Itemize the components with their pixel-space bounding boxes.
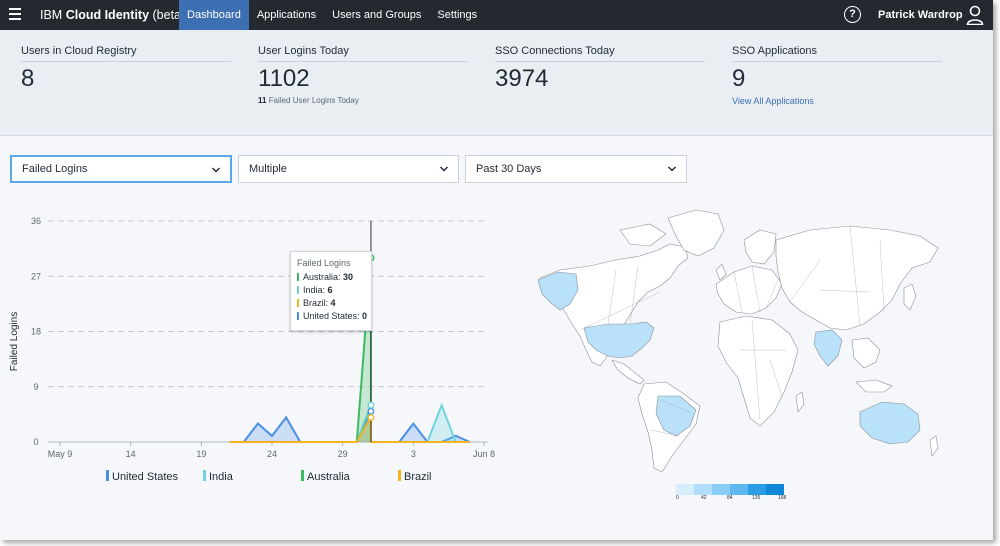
x-tick-label: Jun 8 — [473, 449, 495, 459]
x-tick-label: 3 — [411, 449, 416, 459]
map-region-southeast-asia — [851, 337, 881, 369]
nav-applications[interactable]: Applications — [249, 0, 324, 30]
map-region-africa — [717, 315, 799, 427]
stat-label: User Logins Today — [258, 45, 468, 62]
scale-bar — [676, 484, 784, 495]
legend-swatch — [203, 470, 206, 481]
stat-users-in-registry: Users in Cloud Registry 8 — [21, 45, 231, 93]
scale-label: 126 — [752, 495, 761, 501]
app-title: IBM Cloud Identity (beta) — [40, 8, 185, 22]
world-map[interactable] — [520, 200, 950, 475]
help-icon[interactable]: ? — [844, 6, 861, 23]
top-navigation-bar: IBM Cloud Identity (beta) Dashboard Appl… — [0, 0, 993, 30]
scale-label: 42 — [701, 495, 707, 501]
map-region-arctic-islands — [619, 223, 667, 247]
scale-label: 84 — [727, 495, 733, 501]
hover-point-india — [367, 401, 375, 409]
map-color-scale: 0 42 84 126 168 — [676, 484, 786, 501]
nav-settings[interactable]: Settings — [429, 0, 485, 30]
stat-value: 3974 — [495, 65, 549, 92]
stat-label: Users in Cloud Registry — [21, 45, 231, 62]
map-region-uk — [715, 263, 727, 281]
nav-dashboard[interactable]: Dashboard — [179, 0, 249, 30]
legend-label: United States — [112, 471, 179, 483]
view-all-applications-link[interactable]: View All Applications — [732, 96, 942, 106]
map-region-indonesia — [855, 379, 893, 393]
y-axis-title: Failed Logins — [9, 312, 20, 371]
chevron-down-icon — [440, 166, 448, 172]
hover-point-brazil — [367, 413, 375, 421]
x-tick-label: May 9 — [48, 449, 73, 459]
x-tick-label: 29 — [338, 449, 348, 459]
legend-label: India — [209, 471, 233, 483]
tooltip-row-united-states: United States: 0 — [297, 311, 367, 321]
map-region-japan — [903, 283, 917, 311]
legend-label: Brazil — [404, 471, 432, 483]
legend-india[interactable]: India — [203, 470, 233, 483]
countries-selected-value: Multiple — [249, 163, 287, 175]
metric-dropdown[interactable]: Failed Logins — [10, 155, 232, 183]
x-tick-label: 24 — [267, 449, 277, 459]
countries-dropdown[interactable]: Multiple — [238, 155, 459, 183]
legend-united-states[interactable]: United States — [106, 470, 178, 483]
scale-label: 0 — [676, 495, 679, 501]
chevron-down-icon — [668, 166, 676, 172]
failed-logins-text: Failed User Logins Today — [268, 96, 359, 105]
failed-logins-today-note: 11 Failed User Logins Today — [258, 96, 468, 105]
failed-logins-chart[interactable]: 0 9 18 27 36 May 9 14 19 24 29 3 Jun 8 Failed Logins — [0, 205, 500, 470]
tooltip-row-india: India: 6 — [297, 285, 365, 295]
map-region-new-zealand — [929, 435, 939, 457]
metric-selected-value: Failed Logins — [22, 163, 88, 175]
stat-sso-connections-today: SSO Connections Today 3974 — [495, 45, 705, 93]
nav-users-and-groups[interactable]: Users and Groups — [324, 0, 429, 30]
stat-label: SSO Applications — [732, 45, 942, 62]
legend-swatch — [398, 470, 401, 481]
app-window: IBM Cloud Identity (beta) Dashboard Appl… — [0, 0, 993, 540]
hamburger-menu-icon[interactable] — [9, 8, 21, 20]
legend-australia[interactable]: Australia — [301, 470, 350, 483]
x-tick-label: 19 — [196, 449, 206, 459]
map-region-asia — [775, 225, 939, 331]
user-profile-icon[interactable] — [966, 5, 984, 25]
legend-brazil[interactable]: Brazil — [398, 470, 432, 483]
time-range-selected-value: Past 30 Days — [476, 163, 542, 175]
x-tick-label: 14 — [126, 449, 136, 459]
tooltip-row-australia: Australia: 30 — [297, 272, 365, 282]
stat-value: 9 — [732, 65, 746, 92]
legend-label: Australia — [307, 471, 350, 483]
summary-stats-panel: Users in Cloud Registry 8 User Logins To… — [0, 30, 993, 136]
scale-label: 168 — [778, 495, 787, 501]
y-tick-label: 18 — [31, 327, 41, 337]
legend-swatch — [301, 470, 304, 481]
map-region-scandinavia — [743, 229, 777, 265]
y-tick-label: 0 — [33, 437, 38, 447]
map-region-central-america — [611, 359, 645, 385]
chart-tooltip: Failed Logins Australia: 30 India: 6 Bra… — [290, 251, 372, 331]
brand-prefix: IBM — [40, 8, 66, 22]
stat-sso-applications: SSO Applications 9 View All Applications — [732, 45, 942, 106]
map-region-australia — [859, 401, 921, 445]
user-name[interactable]: Patrick Wardrop — [878, 9, 963, 21]
map-region-madagascar — [795, 391, 805, 413]
tooltip-row-brazil: Brazil: 4 — [297, 298, 365, 308]
time-range-dropdown[interactable]: Past 30 Days — [465, 155, 687, 183]
main-nav: Dashboard Applications Users and Groups … — [179, 0, 485, 30]
y-tick-label: 36 — [31, 216, 41, 226]
map-region-india — [813, 329, 843, 367]
failed-logins-count: 11 — [258, 96, 267, 105]
hover-point-united-states — [367, 407, 375, 415]
stat-label: SSO Connections Today — [495, 45, 705, 62]
stat-value: 8 — [21, 65, 35, 92]
stat-value: 1102 — [258, 65, 310, 92]
legend-swatch — [106, 470, 109, 481]
tooltip-title: Failed Logins — [297, 258, 351, 268]
stat-user-logins-today: User Logins Today 1102 11 Failed User Lo… — [258, 45, 468, 105]
y-tick-label: 27 — [31, 271, 41, 281]
chevron-down-icon — [212, 167, 220, 173]
brand-name: Cloud Identity — [65, 8, 150, 22]
y-tick-label: 9 — [33, 382, 38, 392]
